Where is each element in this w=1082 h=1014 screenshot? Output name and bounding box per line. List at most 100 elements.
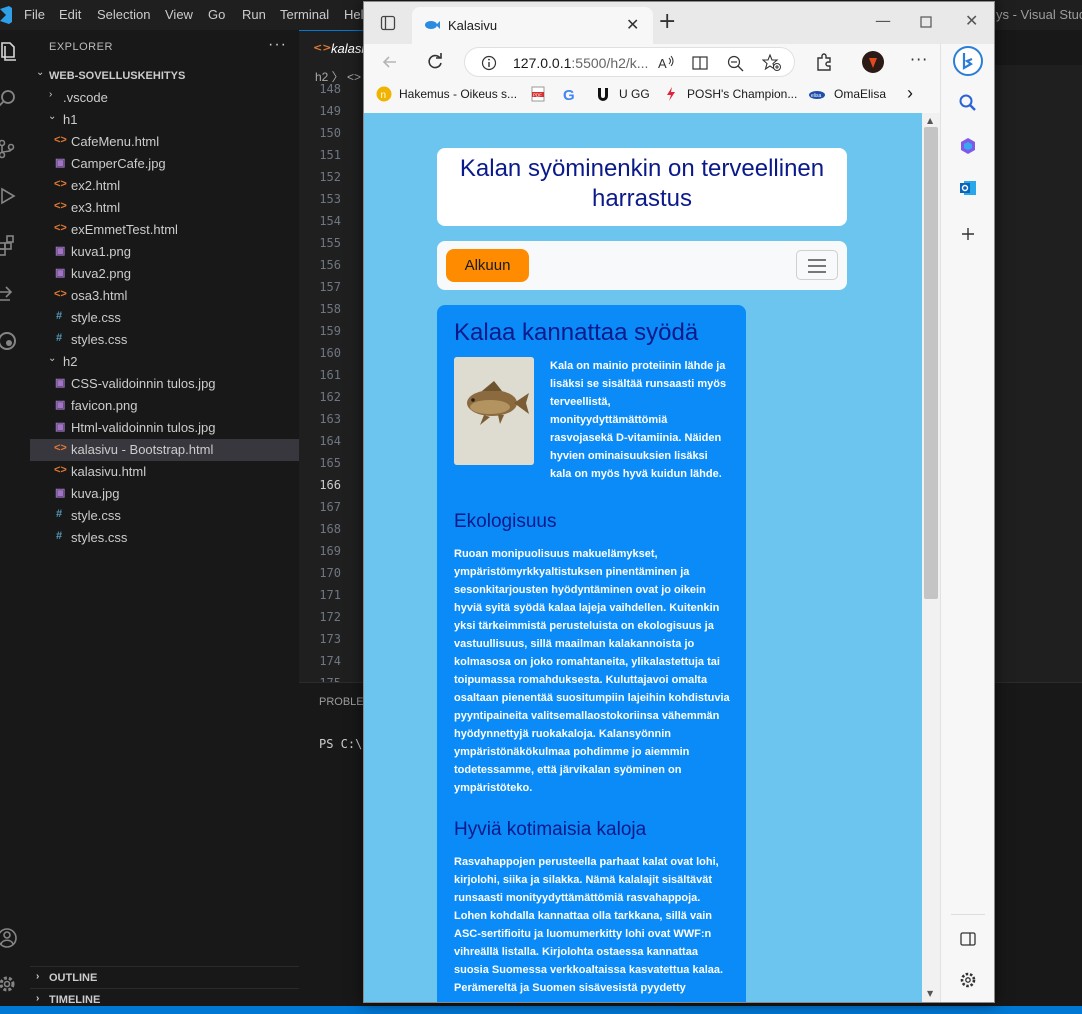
line-number: 156: [319, 258, 341, 272]
line-number: 162: [319, 390, 341, 404]
file-item[interactable]: ▣ CamperCafe.jpg: [30, 153, 299, 175]
file-item[interactable]: <> exEmmetTest.html: [30, 219, 299, 241]
menu-go[interactable]: Go: [208, 7, 225, 22]
line-number: 163: [319, 412, 341, 426]
file-item[interactable]: ▣ kuva1.png: [30, 241, 299, 263]
file-label: favicon.png: [71, 398, 138, 413]
folder-h2[interactable]: ⌄ h2: [30, 351, 299, 373]
search-icon[interactable]: [0, 88, 18, 110]
outline-section[interactable]: › OUTLINE: [30, 966, 299, 988]
browser-tab-title: Kalasivu: [448, 18, 498, 33]
profile-avatar-icon[interactable]: [861, 50, 885, 74]
favorite-posh[interactable]: POSH's Champion...: [687, 87, 797, 101]
remote-explorer-icon[interactable]: [0, 282, 18, 304]
elisa-icon: elisa: [809, 91, 825, 99]
new-tab-button[interactable]: +: [658, 11, 676, 33]
explorer-more-actions[interactable]: ···: [268, 36, 287, 54]
timeline-label: TIMELINE: [49, 994, 101, 1006]
line-number: 154: [319, 214, 341, 228]
file-item-selected[interactable]: <> kalasivu - Bootstrap.html: [30, 439, 299, 461]
terminal-prompt[interactable]: PS C:\: [319, 737, 362, 751]
split-screen-icon[interactable]: [958, 929, 978, 949]
navbar-toggler-hamburger-icon[interactable]: [796, 250, 838, 280]
folder-vscode[interactable]: › .vscode: [30, 87, 299, 109]
add-favorite-icon[interactable]: [762, 54, 782, 72]
file-item[interactable]: <> osa3.html: [30, 285, 299, 307]
html-file-icon: <>: [54, 464, 67, 476]
workspace-root[interactable]: ⌄ WEB-SOVELLUSKEHITYS: [30, 65, 299, 87]
file-item[interactable]: # style.css: [30, 307, 299, 329]
file-item[interactable]: <> ex2.html: [30, 175, 299, 197]
file-item[interactable]: <> ex3.html: [30, 197, 299, 219]
zoom-out-icon[interactable]: [727, 55, 745, 73]
settings-more-icon[interactable]: ···: [910, 50, 928, 69]
file-label: ex3.html: [71, 200, 121, 215]
close-window-icon[interactable]: ✕: [965, 11, 978, 30]
read-aloud-icon[interactable]: A: [658, 55, 676, 71]
add-sidebar-app-icon[interactable]: [958, 224, 978, 244]
favorite-omaelisa[interactable]: OmaElisa: [834, 87, 886, 101]
browser-tab-strip: Kalasivu ✕ + — ✕: [364, 2, 994, 44]
file-item[interactable]: <> CafeMenu.html: [30, 131, 299, 153]
browser-toolbar: 127.0.0.1:5500/h2/k... A ···: [364, 44, 994, 80]
file-item[interactable]: <> kalasivu.html: [30, 461, 299, 483]
scroll-up-arrow-icon[interactable]: ▲: [927, 116, 933, 125]
file-item[interactable]: # styles.css: [30, 329, 299, 351]
favorite-hakemus[interactable]: Hakemus - Oikeus s...: [399, 87, 517, 101]
line-number: 151: [319, 148, 341, 162]
scroll-down-arrow-icon[interactable]: ▼: [927, 989, 933, 998]
sidebar-search-icon[interactable]: [958, 93, 978, 113]
file-label: styles.css: [71, 530, 128, 545]
file-item[interactable]: ▣ CSS-validoinnin tulos.jpg: [30, 373, 299, 395]
accounts-icon[interactable]: [0, 927, 18, 949]
menu-edit[interactable]: Edit: [59, 7, 81, 22]
settings-gear-icon[interactable]: [0, 973, 18, 995]
explorer-icon[interactable]: [0, 40, 20, 62]
section-paragraph-kotimaiset-kalat: Rasvahappojen perusteella parhaat kalat …: [454, 856, 724, 994]
info-icon[interactable]: [481, 55, 497, 71]
minimize-icon[interactable]: —: [875, 11, 891, 30]
maximize-icon[interactable]: [920, 16, 932, 28]
back-arrow-icon[interactable]: [380, 52, 400, 72]
sidebar-settings-icon[interactable]: [958, 970, 978, 990]
refresh-icon[interactable]: [425, 52, 445, 72]
favorite-ugg[interactable]: U GG: [619, 87, 650, 101]
browser-tab-active[interactable]: Kalasivu ✕: [412, 7, 653, 44]
file-item[interactable]: ▣ kuva2.png: [30, 263, 299, 285]
file-item[interactable]: ▣ favicon.png: [30, 395, 299, 417]
alkuun-button[interactable]: Alkuun: [446, 249, 529, 282]
editor-tab-active[interactable]: <> kalasi: [299, 30, 369, 65]
edge-devtools-icon[interactable]: [0, 330, 18, 352]
folder-h1[interactable]: ⌄ h1: [30, 109, 299, 131]
url-text: 127.0.0.1:5500/h2/k...: [513, 55, 648, 71]
run-debug-icon[interactable]: [0, 185, 18, 207]
menu-terminal[interactable]: Terminal: [280, 7, 329, 22]
bing-copilot-icon[interactable]: [953, 46, 983, 76]
menu-file[interactable]: File: [24, 7, 45, 22]
immersive-reader-icon[interactable]: [692, 55, 710, 71]
tab-actions-icon[interactable]: [380, 15, 396, 31]
more-favorites-chevron-icon[interactable]: ›: [907, 83, 913, 104]
outlook-icon[interactable]: [958, 178, 978, 198]
file-item[interactable]: ▣ Html-validoinnin tulos.jpg: [30, 417, 299, 439]
extensions-icon[interactable]: [0, 234, 18, 256]
address-bar[interactable]: 127.0.0.1:5500/h2/k... A: [464, 47, 795, 77]
file-item[interactable]: # styles.css: [30, 527, 299, 549]
menu-help[interactable]: Hel: [344, 7, 364, 22]
folder-label: .vscode: [63, 90, 108, 105]
line-number: 171: [319, 588, 341, 602]
file-item[interactable]: # style.css: [30, 505, 299, 527]
source-control-icon[interactable]: [0, 138, 18, 160]
menu-selection[interactable]: Selection: [97, 7, 150, 22]
menu-view[interactable]: View: [165, 7, 193, 22]
pdf-icon[interactable]: PDF: [530, 86, 546, 102]
scrollbar-thumb[interactable]: [924, 127, 938, 599]
google-icon[interactable]: G: [562, 86, 578, 102]
file-item[interactable]: ▣ kuva.jpg: [30, 483, 299, 505]
extensions-puzzle-icon[interactable]: [814, 52, 834, 72]
tab-close-icon[interactable]: ✕: [626, 15, 639, 34]
page-scrollbar[interactable]: ▲ ▼: [922, 113, 940, 1002]
menu-run[interactable]: Run: [242, 7, 266, 22]
microsoft-365-icon[interactable]: [958, 136, 978, 156]
image-file-icon: ▣: [55, 267, 66, 279]
